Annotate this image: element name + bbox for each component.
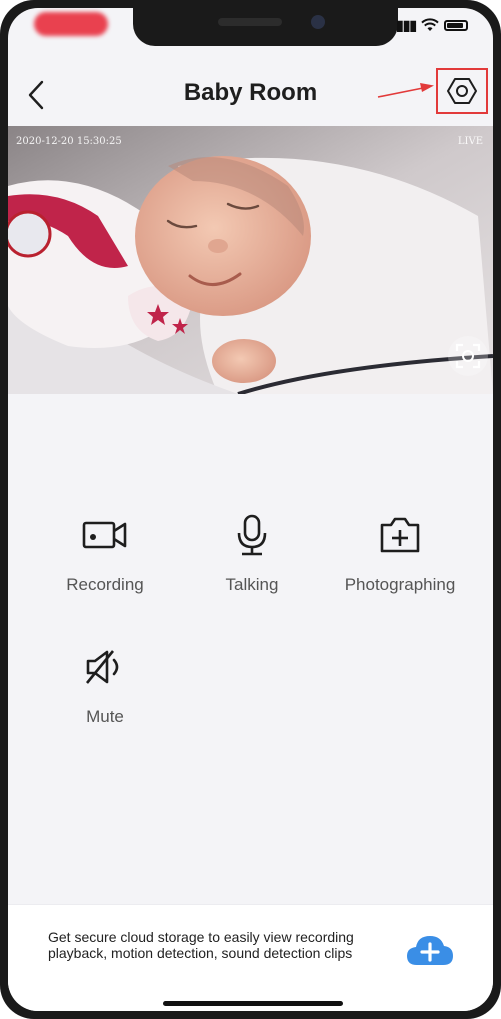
hexagon-gear-icon	[447, 78, 477, 104]
cloud-add-icon	[407, 936, 453, 965]
microphone-icon	[237, 514, 267, 556]
live-video-feed[interactable]: 2020-12-20 15:30:25 LIVE	[8, 126, 493, 394]
fullscreen-icon	[455, 343, 481, 369]
notch-speaker	[218, 18, 282, 26]
status-icons: ▮▮▮	[396, 12, 469, 38]
annotation-arrow	[377, 83, 434, 98]
add-cloud-button[interactable]	[404, 931, 456, 971]
baby-video-image	[8, 126, 493, 394]
notch	[133, 8, 398, 46]
wifi-icon	[421, 18, 439, 31]
battery-icon	[444, 19, 469, 31]
talking-label: Talking	[225, 575, 279, 594]
signal-icon: ▮▮▮	[396, 16, 417, 33]
mute-button[interactable]: Mute	[35, 645, 175, 727]
settings-button[interactable]	[436, 68, 488, 114]
mute-label: Mute	[86, 707, 124, 726]
front-camera	[311, 15, 325, 29]
recording-label: Recording	[66, 575, 144, 594]
app-screen: ▮▮▮ Baby Room 2020-12-20 15:30:25 LIVE R…	[8, 8, 493, 1011]
status-time	[34, 12, 108, 36]
live-badge: LIVE	[457, 136, 483, 147]
home-indicator[interactable]	[163, 1001, 343, 1006]
nav-header: Baby Room	[8, 63, 493, 123]
cloud-promo-text: Get secure cloud storage to easily view …	[48, 929, 354, 961]
photographing-label: Photographing	[344, 575, 456, 594]
recording-button[interactable]: Recording	[35, 513, 175, 595]
phone-frame: ▮▮▮ Baby Room 2020-12-20 15:30:25 LIVE R…	[0, 0, 501, 1019]
talking-button[interactable]: Talking	[182, 513, 322, 595]
add-photo-icon	[380, 517, 420, 553]
cloud-storage-banner[interactable]: Get secure cloud storage to easily view …	[8, 904, 493, 1011]
speaker-mute-icon	[85, 650, 119, 684]
photographing-button[interactable]: Photographing	[330, 513, 470, 595]
fullscreen-button[interactable]	[448, 336, 488, 376]
video-camera-icon	[82, 521, 127, 549]
video-timestamp: 2020-12-20 15:30:25	[16, 136, 122, 147]
